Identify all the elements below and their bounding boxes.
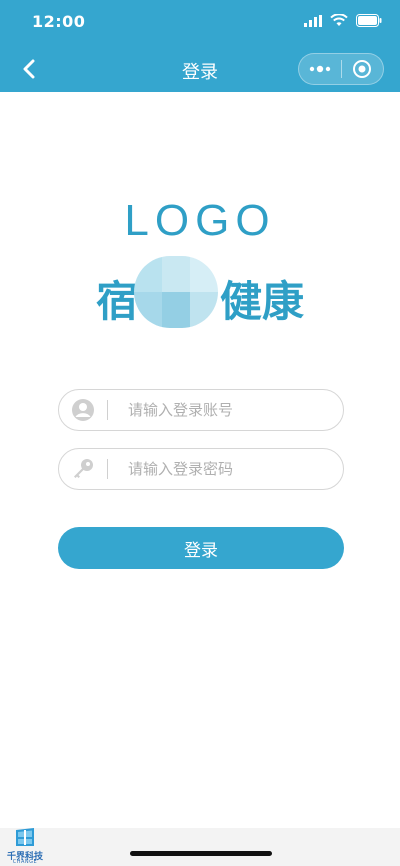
- user-icon: [59, 389, 107, 431]
- logo-text: LOGO: [124, 196, 276, 245]
- close-mini-program-button[interactable]: [341, 54, 383, 84]
- more-button[interactable]: [299, 54, 341, 84]
- wifi-icon: [330, 14, 348, 26]
- account-input[interactable]: [108, 390, 343, 430]
- login-button[interactable]: 登录: [58, 527, 344, 569]
- signal-icon: [304, 14, 322, 27]
- mini-program-capsule: [298, 53, 384, 85]
- account-field: [58, 389, 344, 431]
- brand-char-kang: 康: [262, 277, 305, 326]
- pixelated-mosaic: [134, 256, 218, 328]
- status-bar: 12:00: [0, 0, 400, 44]
- more-dots-icon: [309, 65, 330, 73]
- brand-char-jian: 健: [220, 277, 263, 326]
- target-icon: [353, 60, 372, 78]
- status-time: 12:00: [32, 12, 86, 31]
- password-field: [58, 448, 344, 490]
- home-indicator: [130, 851, 272, 856]
- password-input[interactable]: [108, 449, 343, 489]
- brand-char-first: 宿: [96, 277, 139, 326]
- key-icon: [59, 448, 107, 490]
- battery-icon: [356, 14, 382, 27]
- footer-bar: [0, 828, 400, 866]
- status-icons: [304, 14, 382, 27]
- company-sub: CHANGE: [12, 859, 38, 865]
- nav-bar: 登录: [0, 46, 400, 92]
- brand-name: 宿 健 康: [96, 256, 306, 328]
- header: 12:00 登录: [0, 0, 400, 92]
